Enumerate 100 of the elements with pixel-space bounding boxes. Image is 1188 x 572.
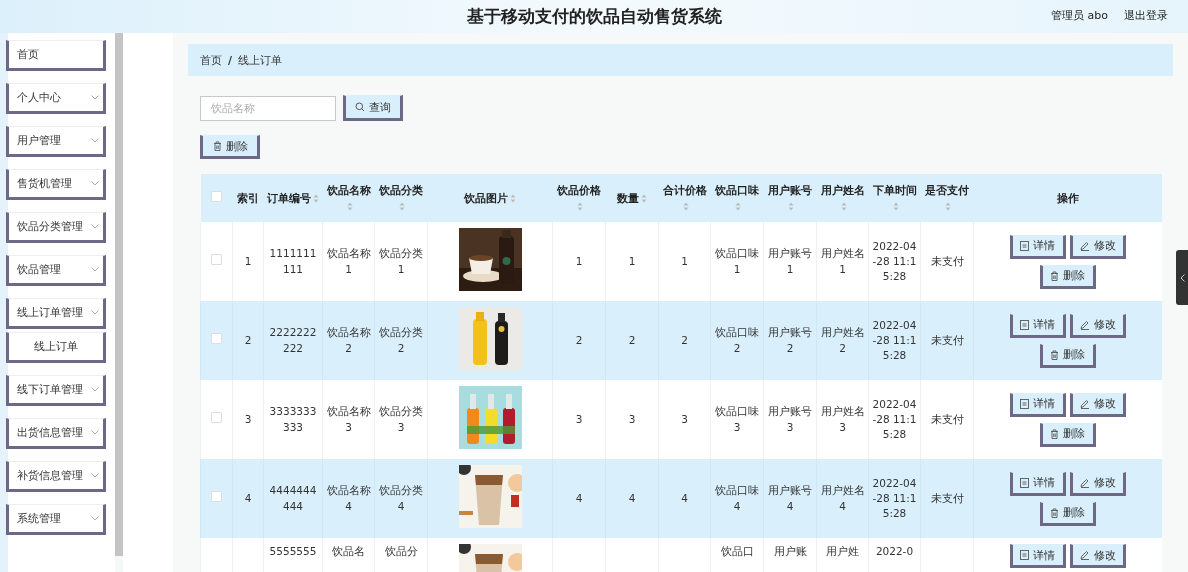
- menu-item[interactable]: 线上订单管理: [6, 298, 106, 329]
- table-cell: 饮品分: [374, 538, 428, 572]
- table-cell: 1: [552, 222, 606, 301]
- sort-icon: [577, 201, 583, 211]
- sort-icon: [313, 194, 319, 204]
- chevron-down-icon: [91, 224, 99, 229]
- checkbox[interactable]: [211, 490, 222, 502]
- menu-item[interactable]: 饮品管理: [6, 255, 106, 286]
- scrollbar[interactable]: [115, 33, 123, 556]
- table-cell: 饮品口味1: [710, 222, 764, 301]
- menu-item[interactable]: 售货机管理: [6, 169, 106, 200]
- breadcrumb-item[interactable]: 首页: [200, 52, 222, 68]
- table-cell: 用户账号4: [763, 459, 817, 538]
- action-button[interactable]: 修改: [1069, 471, 1126, 496]
- action-button[interactable]: 修改: [1069, 392, 1126, 417]
- sort-icon: [510, 194, 516, 204]
- sort-icon: [346, 201, 353, 211]
- menu-item[interactable]: 出货信息管理: [6, 418, 106, 449]
- chevron-down-icon: [91, 267, 99, 272]
- delete-button[interactable]: 删除: [200, 135, 260, 159]
- action-button[interactable]: 删除: [1039, 343, 1096, 368]
- table-cell: 用户账: [763, 538, 817, 572]
- table-cell: 3333333333: [263, 380, 323, 459]
- search-button[interactable]: 查询: [343, 95, 403, 121]
- table-cell: 3: [552, 380, 606, 459]
- sort-icon: [641, 194, 647, 204]
- action-button[interactable]: 删除: [1039, 422, 1096, 447]
- document-icon: [1020, 477, 1030, 488]
- table-cell: 饮品名: [322, 538, 375, 572]
- pen-icon: [1079, 398, 1090, 409]
- search-field[interactable]: 饮品名称: [200, 95, 336, 121]
- menu-item[interactable]: 系统管理: [6, 504, 106, 535]
- table-cell: 2022-0: [868, 538, 921, 572]
- column-header[interactable]: 下单时间: [868, 174, 921, 222]
- trash-icon: [1050, 507, 1060, 518]
- column-header[interactable]: 饮品名称: [322, 174, 375, 222]
- action-button[interactable]: 删除: [1039, 501, 1096, 526]
- submenu-item[interactable]: 线上订单: [6, 332, 106, 363]
- table-cell: 2: [658, 301, 711, 380]
- table-cell: 用户账号1: [763, 222, 817, 301]
- table-cell: 饮品口味2: [710, 301, 764, 380]
- action-button[interactable]: 修改: [1069, 234, 1126, 259]
- table-cell: 4: [232, 459, 264, 538]
- menu-item[interactable]: 饮品分类管理: [6, 212, 106, 243]
- menu-item[interactable]: 首页: [6, 40, 106, 71]
- menu-item[interactable]: 用户管理: [6, 126, 106, 157]
- column-header: 索引: [232, 174, 264, 222]
- table-cell: 1: [658, 222, 711, 301]
- action-button[interactable]: 详情: [1009, 392, 1066, 417]
- menu-item[interactable]: 补货信息管理: [6, 461, 106, 492]
- chevron-down-icon: [91, 310, 99, 315]
- chevron-down-icon: [91, 430, 99, 435]
- action-button[interactable]: 删除: [1039, 264, 1096, 289]
- column-header[interactable]: 用户姓名: [816, 174, 869, 222]
- action-button[interactable]: 详情: [1009, 471, 1066, 496]
- table-cell: 2022-04-28 11:15:28: [868, 222, 921, 301]
- column-header[interactable]: 订单编号: [263, 174, 323, 222]
- column-header[interactable]: 用户账号: [763, 174, 817, 222]
- table-cell: 4444444444: [263, 459, 323, 538]
- sort-icon: [840, 201, 847, 211]
- table-cell: 用户姓: [816, 538, 869, 572]
- document-icon: [1020, 550, 1030, 560]
- column-header[interactable]: 数量: [605, 174, 659, 222]
- column-header[interactable]: 饮品分类: [374, 174, 428, 222]
- table-cell: 2222222222: [263, 301, 323, 380]
- action-button[interactable]: 详情: [1009, 544, 1066, 568]
- menu-item[interactable]: 个人中心: [6, 83, 106, 114]
- action-button[interactable]: 修改: [1069, 544, 1126, 568]
- column-header[interactable]: 饮品口味: [710, 174, 764, 222]
- action-button[interactable]: 详情: [1009, 234, 1066, 259]
- menu-item[interactable]: 线下订单管理: [6, 375, 106, 406]
- sort-icon: [788, 201, 794, 211]
- search-icon: [355, 102, 365, 112]
- checkbox[interactable]: [211, 411, 222, 423]
- logout-link[interactable]: 退出登录: [1124, 8, 1168, 23]
- breadcrumb-item[interactable]: 线上订单: [238, 52, 283, 68]
- sort-icon: [735, 201, 741, 211]
- action-button[interactable]: 修改: [1069, 313, 1126, 338]
- collapse-handle[interactable]: [1176, 250, 1188, 305]
- chevron-left-icon: [1179, 273, 1185, 282]
- table-cell: 饮品名称4: [322, 459, 375, 538]
- table-cell: 饮品分类3: [374, 380, 428, 459]
- checkbox[interactable]: [211, 332, 222, 344]
- table-cell: 用户姓名2: [816, 301, 869, 380]
- column-header[interactable]: 是否支付: [920, 174, 974, 222]
- page-title: 基于移动支付的饮品自动售货系统: [466, 5, 722, 28]
- table-cell: 饮品分类1: [374, 222, 428, 301]
- sort-icon: [399, 201, 405, 211]
- checkbox[interactable]: [211, 253, 222, 265]
- table-cell: 1: [605, 222, 659, 301]
- checkbox[interactable]: [211, 190, 222, 202]
- column-header[interactable]: 饮品图片: [427, 174, 553, 222]
- column-header[interactable]: 饮品价格: [552, 174, 606, 222]
- chevron-down-icon: [91, 181, 99, 186]
- table-cell: 用户姓名4: [816, 459, 869, 538]
- trash-icon: [1050, 428, 1060, 439]
- column-header[interactable]: 合计价格: [658, 174, 711, 222]
- action-button[interactable]: 详情: [1009, 313, 1066, 338]
- table-cell: 未支付: [920, 301, 974, 380]
- table-cell: 饮品名称2: [322, 301, 375, 380]
